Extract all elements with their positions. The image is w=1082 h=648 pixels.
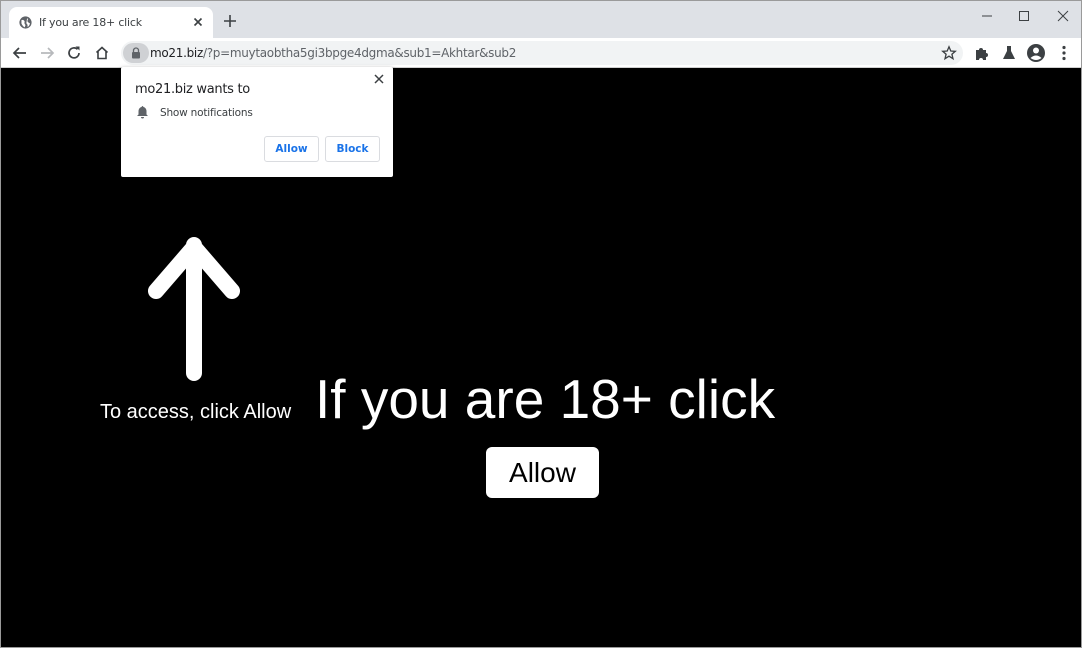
home-icon[interactable] [93, 44, 111, 62]
popup-title: mo21.biz wants to [135, 82, 250, 97]
browser-tab[interactable]: If you are 18+ click [9, 7, 213, 38]
window-close-icon[interactable] [1052, 7, 1074, 25]
page-headline: If you are 18+ click [315, 368, 776, 430]
menu-kebab-icon[interactable] [1054, 43, 1074, 63]
popup-close-icon[interactable] [373, 73, 385, 85]
bookmark-star-icon[interactable] [941, 45, 957, 61]
bell-icon [137, 106, 148, 119]
labs-flask-icon[interactable] [999, 43, 1019, 63]
reload-icon[interactable] [65, 44, 83, 62]
new-tab-icon[interactable] [223, 14, 237, 28]
popup-block-button[interactable]: Block [325, 136, 380, 162]
url-path: /?p=muytaobtha5gi3bpge4dgma&sub1=Akhtar&… [202, 46, 517, 60]
site-info-button[interactable] [123, 43, 149, 63]
up-arrow-icon [148, 237, 240, 381]
permission-text: Show notifications [160, 107, 253, 119]
back-arrow-icon[interactable] [11, 44, 29, 62]
notification-permission-popup: mo21.biz wants to Show notifications All… [121, 67, 393, 177]
minimize-icon[interactable] [976, 7, 998, 25]
globe-icon [19, 16, 32, 29]
browser-toolbar: mo21.biz/?p=muytaobtha5gi3bpge4dgma&sub1… [1, 38, 1081, 68]
url-text: mo21.biz/?p=muytaobtha5gi3bpge4dgma&sub1… [150, 46, 516, 60]
popup-allow-button[interactable]: Allow [264, 136, 319, 162]
forward-arrow-icon[interactable] [38, 44, 56, 62]
title-bar: If you are 18+ click [1, 1, 1081, 38]
url-host: mo21.biz [150, 46, 203, 60]
browser-window: If you are 18+ click mo21.biz/?p=muytaob… [0, 0, 1082, 648]
page-allow-button[interactable]: Allow [486, 447, 599, 498]
tab-close-icon[interactable] [191, 15, 205, 29]
profile-avatar-icon[interactable] [1026, 43, 1046, 63]
extensions-puzzle-icon[interactable] [972, 43, 992, 63]
instruction-text: To access, click Allow [100, 401, 292, 423]
address-bar[interactable]: mo21.biz/?p=muytaobtha5gi3bpge4dgma&sub1… [121, 41, 963, 65]
tab-title: If you are 18+ click [39, 16, 142, 29]
maximize-icon[interactable] [1013, 7, 1035, 25]
lock-icon [132, 47, 140, 59]
